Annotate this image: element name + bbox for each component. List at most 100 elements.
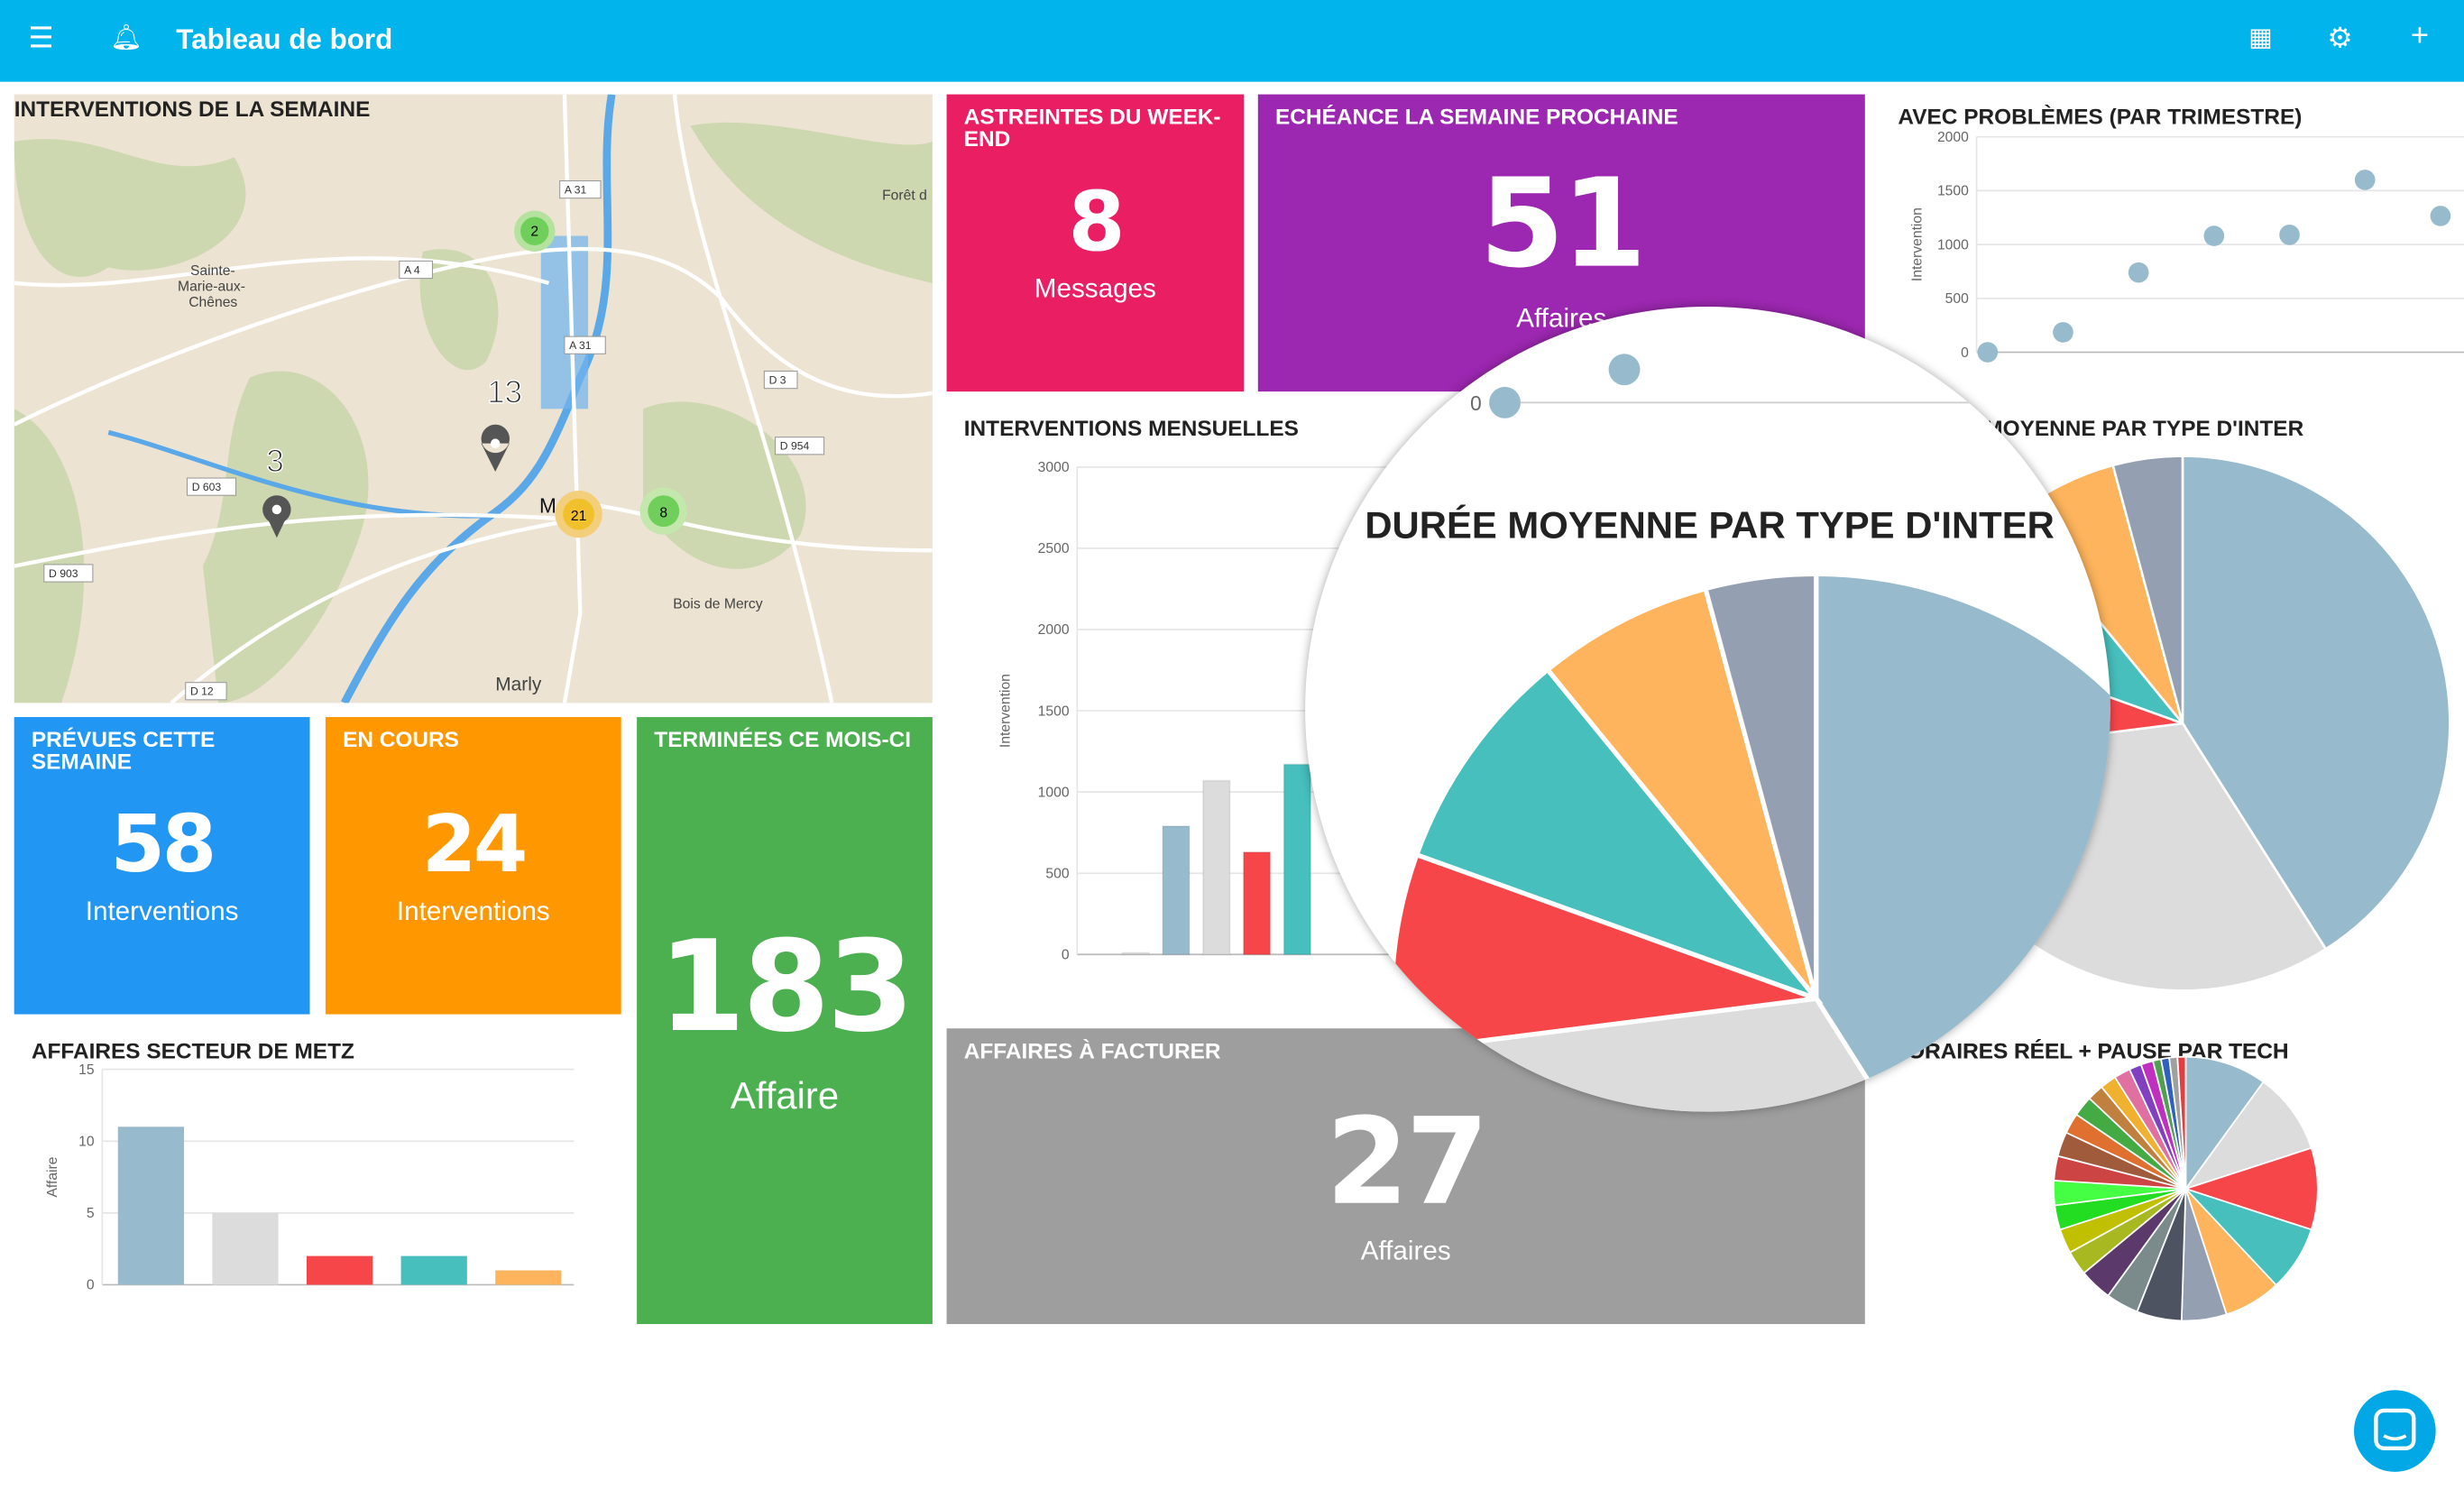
axis-tick-label: 5 xyxy=(87,1206,95,1221)
axis-tick-label: 10 xyxy=(78,1134,95,1149)
bar xyxy=(1162,825,1191,956)
widget-title: INTERVENTIONS DE LA SEMAINE xyxy=(14,96,371,122)
stat-value: 8 xyxy=(1068,176,1126,271)
widget-title: ASTREINTES DU WEEK-END xyxy=(963,104,1221,152)
y-axis-label: Affaire xyxy=(45,1156,60,1197)
scatter-point xyxy=(2354,170,2376,190)
axis-tick-label: 15 xyxy=(78,1062,95,1078)
prevues-tile[interactable]: PRÉVUES CETTE SEMAINE 58 Interventions xyxy=(14,717,310,1015)
bar xyxy=(1202,779,1231,956)
cluster-marker[interactable]: 8 xyxy=(639,487,687,535)
widget-title: EN COURS xyxy=(343,726,459,752)
road-label: A 31 xyxy=(569,339,592,352)
svg-text:8: 8 xyxy=(659,506,667,521)
chat-button[interactable] xyxy=(2354,1390,2436,1472)
widget-title: AFFAIRES À FACTURER xyxy=(963,1037,1221,1063)
bar xyxy=(306,1255,373,1285)
svg-text:3: 3 xyxy=(266,444,283,479)
stat-value: 51 xyxy=(1479,153,1647,296)
encours-tile[interactable]: EN COURS 24 Interventions xyxy=(325,717,621,1015)
axis-tick-label: 0 xyxy=(1470,391,1482,415)
cluster-marker[interactable]: 21 xyxy=(555,490,602,538)
menu-icon[interactable]: ☰ xyxy=(28,22,53,55)
stat-unit: Interventions xyxy=(85,896,239,926)
scatter-point xyxy=(1489,386,1521,418)
dashboard: ☰ 🔔︎ Tableau de bord ▦ ⚙ + Sainte- Marie… xyxy=(0,0,2464,1499)
stat-value: 58 xyxy=(110,798,216,890)
stat-unit: Affaires xyxy=(1360,1236,1451,1266)
axis-tick-label: 500 xyxy=(1045,866,1069,881)
magnified-pie-chart: 0 DURÉE MOYENNE PAR TYPE D'INTER xyxy=(1365,354,2110,1112)
bar xyxy=(1121,952,1150,956)
road-label: D 954 xyxy=(780,440,810,453)
astreintes-tile[interactable]: ASTREINTES DU WEEK-END 8 Messages xyxy=(946,94,1245,392)
svg-text:2: 2 xyxy=(530,225,538,240)
axis-tick-label: 0 xyxy=(87,1278,95,1293)
scatter-point xyxy=(2279,225,2300,245)
stat-unit: Messages xyxy=(1034,273,1156,304)
cluster-marker[interactable]: 2 xyxy=(514,210,556,252)
bar xyxy=(1283,763,1312,956)
stat-value: 183 xyxy=(657,913,915,1061)
map-pin[interactable]: 13 xyxy=(481,374,523,473)
bar-chart: 0 5 10 15 Affaire xyxy=(45,1062,575,1293)
top-bar: ☰ 🔔︎ Tableau de bord ▦ ⚙ + xyxy=(0,0,2464,82)
bar xyxy=(495,1270,562,1285)
pie-chart xyxy=(2053,1055,2319,1322)
place-label: Marie-aux- xyxy=(178,280,245,295)
bell-icon[interactable]: 🔔︎ xyxy=(110,22,142,53)
stat-value: 24 xyxy=(421,798,529,890)
axis-tick-label: 1000 xyxy=(1038,785,1070,800)
place-label: Sainte- xyxy=(190,263,235,279)
bar xyxy=(212,1212,279,1285)
axis-tick-label: 1500 xyxy=(1038,704,1070,719)
stat-unit: Interventions xyxy=(396,896,550,926)
terminees-tile[interactable]: TERMINÉES CE MOIS-CI 183 Affaire xyxy=(637,717,933,1325)
scatter-point xyxy=(1608,354,1641,386)
axis-tick-label: 500 xyxy=(1945,291,1969,307)
axis-tick-label: 2000 xyxy=(1038,622,1070,638)
place-label: Chênes xyxy=(188,295,237,310)
axis-tick-label: 0 xyxy=(1062,948,1070,963)
scatter-point xyxy=(2203,225,2225,246)
widget-title: PRÉVUES CETTE SEMAINE xyxy=(31,726,216,774)
scatter-point xyxy=(1977,342,1999,363)
road-label: A 31 xyxy=(565,183,587,196)
svg-text:21: 21 xyxy=(571,509,586,524)
scatter-point xyxy=(2128,262,2149,283)
magnifier-lens: 0 DURÉE MOYENNE PAR TYPE D'INTER xyxy=(1305,306,2110,1112)
place-label: Marly xyxy=(495,674,542,694)
map[interactable]: Sainte- Marie-aux- Chênes Marly Bois de … xyxy=(14,94,933,704)
bar xyxy=(1242,851,1272,956)
secteur-widget: AFFAIRES SECTEUR DE METZ 0 5 10 15 Affaire xyxy=(14,1028,621,1324)
axis-tick-label: 3000 xyxy=(1038,460,1070,475)
dashboard-icon[interactable]: ▦ xyxy=(2248,22,2272,53)
place-label: Bois de Mercy xyxy=(673,597,763,612)
svg-text:13: 13 xyxy=(487,374,522,409)
road-label: D 903 xyxy=(49,567,78,580)
bar xyxy=(117,1127,184,1285)
road-label: D 3 xyxy=(769,373,786,386)
map-widget[interactable]: Sainte- Marie-aux- Chênes Marly Bois de … xyxy=(14,94,933,704)
gear-icon[interactable]: ⚙ xyxy=(2327,22,2352,55)
problemes-widget: AVEC PROBLÈMES (PAR TRIMESTRE) 0 500 1000 1… xyxy=(1880,95,2464,392)
chat-icon xyxy=(2374,1408,2416,1450)
horaires-widget: HORAIRES RÉEL + PAUSE PAR TECH ORAIRES R… xyxy=(1880,1028,2464,1324)
road-label: A 4 xyxy=(404,263,420,276)
stat-value: 27 xyxy=(1325,1090,1489,1232)
bar xyxy=(400,1255,467,1285)
axis-tick-label: 2000 xyxy=(1937,130,1969,145)
magnified-title: DURÉE MOYENNE PAR TYPE D'INTER xyxy=(1365,503,2055,546)
y-axis-label: Intervention xyxy=(1910,207,1926,281)
scatter-point xyxy=(2430,206,2451,226)
widget-title: TERMINÉES CE MOIS-CI xyxy=(654,726,912,752)
scatter-chart: 0 500 1000 1500 2000 Intervention xyxy=(1910,130,2464,363)
widget-title: ECHÉANCE LA SEMAINE PROCHAINE xyxy=(1274,104,1678,129)
road-label: D 12 xyxy=(190,685,214,698)
stat-unit: Affaire xyxy=(730,1075,840,1118)
scatter-point xyxy=(2053,322,2073,343)
plus-icon[interactable]: + xyxy=(2411,19,2429,55)
place-label: Forêt d xyxy=(882,188,927,203)
axis-tick-label: 1500 xyxy=(1937,184,1969,199)
axis-tick-label: 1000 xyxy=(1937,237,1969,253)
